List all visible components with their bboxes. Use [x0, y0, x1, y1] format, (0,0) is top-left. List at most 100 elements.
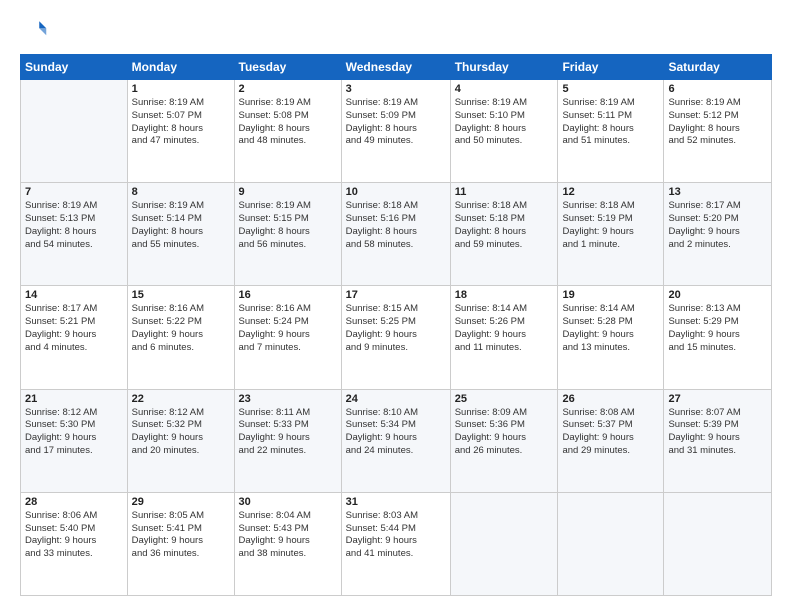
- day-number: 14: [25, 289, 123, 301]
- page: SundayMondayTuesdayWednesdayThursdayFrid…: [0, 0, 792, 612]
- calendar-week-4: 28 Sunrise: 8:06 AMSunset: 5:40 PMDayligh…: [21, 492, 772, 595]
- column-header-thursday: Thursday: [450, 55, 558, 80]
- calendar-cell: 21Sunrise: 8:12 AMSunset: 5:30 PMDayligh…: [21, 389, 128, 492]
- column-header-tuesday: Tuesday: [234, 55, 341, 80]
- day-info: Sunrise: 8:19 AMSunset: 5:07 PMDaylight:…: [132, 97, 230, 148]
- calendar-cell: 24 Sunrise: 8:10 AMSunset: 5:34 PMDayligh…: [341, 389, 450, 492]
- calendar-cell: 23Sunrise: 8:11 AMSunset: 5:33 PMDayligh…: [234, 389, 341, 492]
- day-number: 25: [455, 393, 554, 405]
- day-number: 19: [562, 289, 659, 301]
- calendar-cell: 14 Sunrise: 8:17 AMSunset: 5:21 PMDayligh…: [21, 286, 128, 389]
- calendar-cell: 5 Sunrise: 8:19 AMSunset: 5:11 PMDaylight…: [558, 80, 664, 183]
- day-number: 23: [239, 393, 337, 405]
- day-info: Sunrise: 8:17 AMSunset: 5:20 PMDaylight:…: [668, 200, 767, 251]
- column-header-sunday: Sunday: [21, 55, 128, 80]
- calendar-week-2: 14 Sunrise: 8:17 AMSunset: 5:21 PMDayligh…: [21, 286, 772, 389]
- day-info: Sunrise: 8:16 AMSunset: 5:22 PMDaylight:…: [132, 303, 230, 354]
- day-info: Sunrise: 8:19 AMSunset: 5:15 PMDaylight:…: [239, 200, 337, 251]
- day-info: Sunrise: 8:10 AMSunset: 5:34 PMDaylight:…: [346, 407, 446, 458]
- day-info: Sunrise: 8:05 AMSunset: 5:41 PMDaylight:…: [132, 510, 230, 561]
- day-info: Sunrise: 8:19 AMSunset: 5:10 PMDaylight:…: [455, 97, 554, 148]
- calendar-cell: 20Sunrise: 8:13 AMSunset: 5:29 PMDayligh…: [664, 286, 772, 389]
- day-number: 30: [239, 496, 337, 508]
- column-header-saturday: Saturday: [664, 55, 772, 80]
- calendar-cell: 26 Sunrise: 8:08 AMSunset: 5:37 PMDayligh…: [558, 389, 664, 492]
- column-header-wednesday: Wednesday: [341, 55, 450, 80]
- day-info: Sunrise: 8:18 AMSunset: 5:18 PMDaylight:…: [455, 200, 554, 251]
- calendar-cell: 22 Sunrise: 8:12 AMSunset: 5:32 PMDayligh…: [127, 389, 234, 492]
- day-info: Sunrise: 8:17 AMSunset: 5:21 PMDaylight:…: [25, 303, 123, 354]
- calendar-cell: 19 Sunrise: 8:14 AMSunset: 5:28 PMDayligh…: [558, 286, 664, 389]
- day-number: 5: [562, 83, 659, 95]
- header: [20, 16, 772, 44]
- column-header-monday: Monday: [127, 55, 234, 80]
- calendar-cell: 28 Sunrise: 8:06 AMSunset: 5:40 PMDayligh…: [21, 492, 128, 595]
- day-number: 4: [455, 83, 554, 95]
- calendar-cell: 30 Sunrise: 8:04 AMSunset: 5:43 PMDayligh…: [234, 492, 341, 595]
- logo: [20, 16, 52, 44]
- day-number: 20: [668, 289, 767, 301]
- day-number: 10: [346, 186, 446, 198]
- day-number: 2: [239, 83, 337, 95]
- calendar-cell: [450, 492, 558, 595]
- day-number: 29: [132, 496, 230, 508]
- day-info: Sunrise: 8:07 AMSunset: 5:39 PMDaylight:…: [668, 407, 767, 458]
- calendar-cell: 3Sunrise: 8:19 AMSunset: 5:09 PMDaylight…: [341, 80, 450, 183]
- calendar-cell: 9 Sunrise: 8:19 AMSunset: 5:15 PMDaylight…: [234, 183, 341, 286]
- day-number: 27: [668, 393, 767, 405]
- day-number: 22: [132, 393, 230, 405]
- day-number: 28: [25, 496, 123, 508]
- day-info: Sunrise: 8:06 AMSunset: 5:40 PMDaylight:…: [25, 510, 123, 561]
- calendar-cell: [558, 492, 664, 595]
- day-number: 1: [132, 83, 230, 95]
- day-number: 11: [455, 186, 554, 198]
- calendar-cell: 25 Sunrise: 8:09 AMSunset: 5:36 PMDayligh…: [450, 389, 558, 492]
- day-number: 6: [668, 83, 767, 95]
- calendar-week-3: 21Sunrise: 8:12 AMSunset: 5:30 PMDayligh…: [21, 389, 772, 492]
- day-info: Sunrise: 8:18 AMSunset: 5:19 PMDaylight:…: [562, 200, 659, 251]
- day-info: Sunrise: 8:08 AMSunset: 5:37 PMDaylight:…: [562, 407, 659, 458]
- column-header-friday: Friday: [558, 55, 664, 80]
- day-number: 12: [562, 186, 659, 198]
- day-number: 24: [346, 393, 446, 405]
- day-info: Sunrise: 8:19 AMSunset: 5:13 PMDaylight:…: [25, 200, 123, 251]
- calendar-cell: 13 Sunrise: 8:17 AMSunset: 5:20 PMDayligh…: [664, 183, 772, 286]
- day-info: Sunrise: 8:04 AMSunset: 5:43 PMDaylight:…: [239, 510, 337, 561]
- day-number: 31: [346, 496, 446, 508]
- day-info: Sunrise: 8:14 AMSunset: 5:26 PMDaylight:…: [455, 303, 554, 354]
- day-info: Sunrise: 8:19 AMSunset: 5:12 PMDaylight:…: [668, 97, 767, 148]
- calendar-cell: 7 Sunrise: 8:19 AMSunset: 5:13 PMDaylight…: [21, 183, 128, 286]
- calendar-cell: 2 Sunrise: 8:19 AMSunset: 5:08 PMDaylight…: [234, 80, 341, 183]
- day-info: Sunrise: 8:14 AMSunset: 5:28 PMDaylight:…: [562, 303, 659, 354]
- day-info: Sunrise: 8:09 AMSunset: 5:36 PMDaylight:…: [455, 407, 554, 458]
- day-number: 9: [239, 186, 337, 198]
- day-info: Sunrise: 8:18 AMSunset: 5:16 PMDaylight:…: [346, 200, 446, 251]
- day-info: Sunrise: 8:15 AMSunset: 5:25 PMDaylight:…: [346, 303, 446, 354]
- calendar-table: SundayMondayTuesdayWednesdayThursdayFrid…: [20, 54, 772, 596]
- calendar-header-row: SundayMondayTuesdayWednesdayThursdayFrid…: [21, 55, 772, 80]
- calendar-cell: 15 Sunrise: 8:16 AMSunset: 5:22 PMDayligh…: [127, 286, 234, 389]
- day-info: Sunrise: 8:03 AMSunset: 5:44 PMDaylight:…: [346, 510, 446, 561]
- calendar-cell: 4 Sunrise: 8:19 AMSunset: 5:10 PMDaylight…: [450, 80, 558, 183]
- day-number: 7: [25, 186, 123, 198]
- day-number: 26: [562, 393, 659, 405]
- day-number: 18: [455, 289, 554, 301]
- calendar-cell: 8Sunrise: 8:19 AMSunset: 5:14 PMDaylight…: [127, 183, 234, 286]
- calendar-cell: 10 Sunrise: 8:18 AMSunset: 5:16 PMDayligh…: [341, 183, 450, 286]
- calendar-cell: 18 Sunrise: 8:14 AMSunset: 5:26 PMDayligh…: [450, 286, 558, 389]
- day-number: 15: [132, 289, 230, 301]
- day-number: 21: [25, 393, 123, 405]
- day-number: 17: [346, 289, 446, 301]
- calendar-week-0: 1 Sunrise: 8:19 AMSunset: 5:07 PMDaylight…: [21, 80, 772, 183]
- day-info: Sunrise: 8:19 AMSunset: 5:08 PMDaylight:…: [239, 97, 337, 148]
- day-info: Sunrise: 8:19 AMSunset: 5:14 PMDaylight:…: [132, 200, 230, 251]
- calendar-cell: 6 Sunrise: 8:19 AMSunset: 5:12 PMDaylight…: [664, 80, 772, 183]
- calendar-week-1: 7 Sunrise: 8:19 AMSunset: 5:13 PMDaylight…: [21, 183, 772, 286]
- day-info: Sunrise: 8:19 AMSunset: 5:09 PMDaylight:…: [346, 97, 446, 148]
- day-info: Sunrise: 8:12 AMSunset: 5:32 PMDaylight:…: [132, 407, 230, 458]
- calendar-cell: [21, 80, 128, 183]
- day-number: 13: [668, 186, 767, 198]
- calendar-cell: 12 Sunrise: 8:18 AMSunset: 5:19 PMDayligh…: [558, 183, 664, 286]
- calendar-cell: [664, 492, 772, 595]
- day-info: Sunrise: 8:19 AMSunset: 5:11 PMDaylight:…: [562, 97, 659, 148]
